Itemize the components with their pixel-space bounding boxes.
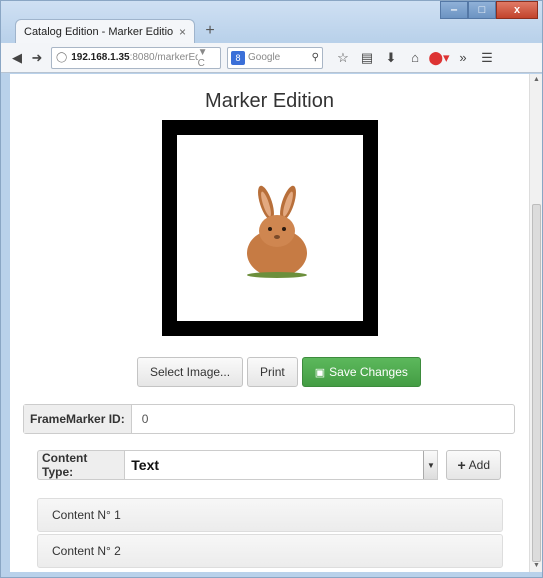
scroll-thumb[interactable] [532,204,541,562]
plus-icon: + [457,457,466,473]
scroll-down-icon[interactable]: ▼ [530,560,543,572]
close-button[interactable]: x [496,1,538,19]
url-bar[interactable]: ◯ 192.168.1.35 :8080/markerEdi ▼ C [51,46,221,69]
frame-marker [162,120,378,336]
framemarker-id-input[interactable]: 0 [132,405,514,433]
content-list: Content N° 1 Content N° 2 [37,498,503,570]
toolbar-icons: ☆ ▤ ⬇ ⌂ ⬤▾ » ☰ [331,50,499,66]
search-icon[interactable]: ⚲ [312,52,319,63]
new-tab-button[interactable]: + [199,21,221,41]
action-buttons: Select Image... Print ▣ Save Changes [137,357,421,387]
search-placeholder: Google [248,52,281,63]
url-host: 192.168.1.35 [71,52,130,63]
dropdown-arrow-icon[interactable]: ▼ [423,451,438,479]
tab-title: Catalog Edition - Marker Edition [24,25,173,38]
content-item[interactable]: Content N° 2 [37,534,503,568]
content-type-label: Content Type: [37,450,125,480]
browser-tab[interactable]: Catalog Edition - Marker Edition × [15,19,195,43]
home-icon[interactable]: ⌂ [403,50,427,66]
navigation-bar: ◀ ➜ ◯ 192.168.1.35 :8080/markerEdi ▼ C 8… [1,43,542,73]
print-button[interactable]: Print [247,357,298,387]
download-icon[interactable]: ⬇ [379,50,403,66]
page-content: Marker Edition Select Image... Print ▣ S… [10,74,529,572]
adblock-icon[interactable]: ⬤▾ [427,50,451,66]
forward-icon[interactable]: ➜ [27,48,47,68]
marker-image-area [177,135,363,321]
scroll-up-icon[interactable]: ▲ [530,74,543,86]
add-label: Add [468,458,490,472]
url-path: :8080/markerEdi [129,52,198,63]
menu-icon[interactable]: ☰ [475,50,499,66]
search-input[interactable]: 8 Google ⚲ [227,46,323,69]
floppy-disk-icon: ▣ [314,366,326,379]
reload-icon[interactable]: ▼ C [198,47,216,69]
page-title: Marker Edition [205,90,334,112]
bookmark-star-icon[interactable]: ☆ [331,50,355,66]
rabbit-image [247,185,307,278]
select-image-button[interactable]: Select Image... [137,357,244,387]
window-controls: ‒ □ x [440,1,538,19]
content-type-value: Text [131,457,160,473]
save-changes-label: Save Changes [329,365,408,379]
tab-close-icon[interactable]: × [179,25,186,39]
back-icon[interactable]: ◀ [7,48,27,68]
framemarker-id-label: FrameMarker ID: [24,405,132,433]
content-type-select[interactable]: Text ▼ [124,450,439,480]
content-item[interactable]: Content N° 1 [37,498,503,532]
overflow-icon[interactable]: » [451,50,475,66]
browser-window: Catalog Edition - Marker Edition × + ‒ □… [0,0,543,578]
reading-list-icon[interactable]: ▤ [355,50,379,66]
title-bar: Catalog Edition - Marker Edition × + ‒ □… [1,1,542,43]
save-changes-button[interactable]: ▣ Save Changes [301,357,421,387]
globe-icon: ◯ [56,52,68,63]
search-engine-icon[interactable]: 8 [231,50,245,65]
vertical-scrollbar[interactable]: ▲ ▼ [529,74,542,572]
minimize-button[interactable]: ‒ [440,1,468,19]
content-type-group: Content Type: Text ▼ + Add [37,450,501,480]
maximize-button[interactable]: □ [468,1,496,19]
add-content-button[interactable]: + Add [446,450,501,480]
framemarker-id-group: FrameMarker ID: 0 [23,404,515,434]
